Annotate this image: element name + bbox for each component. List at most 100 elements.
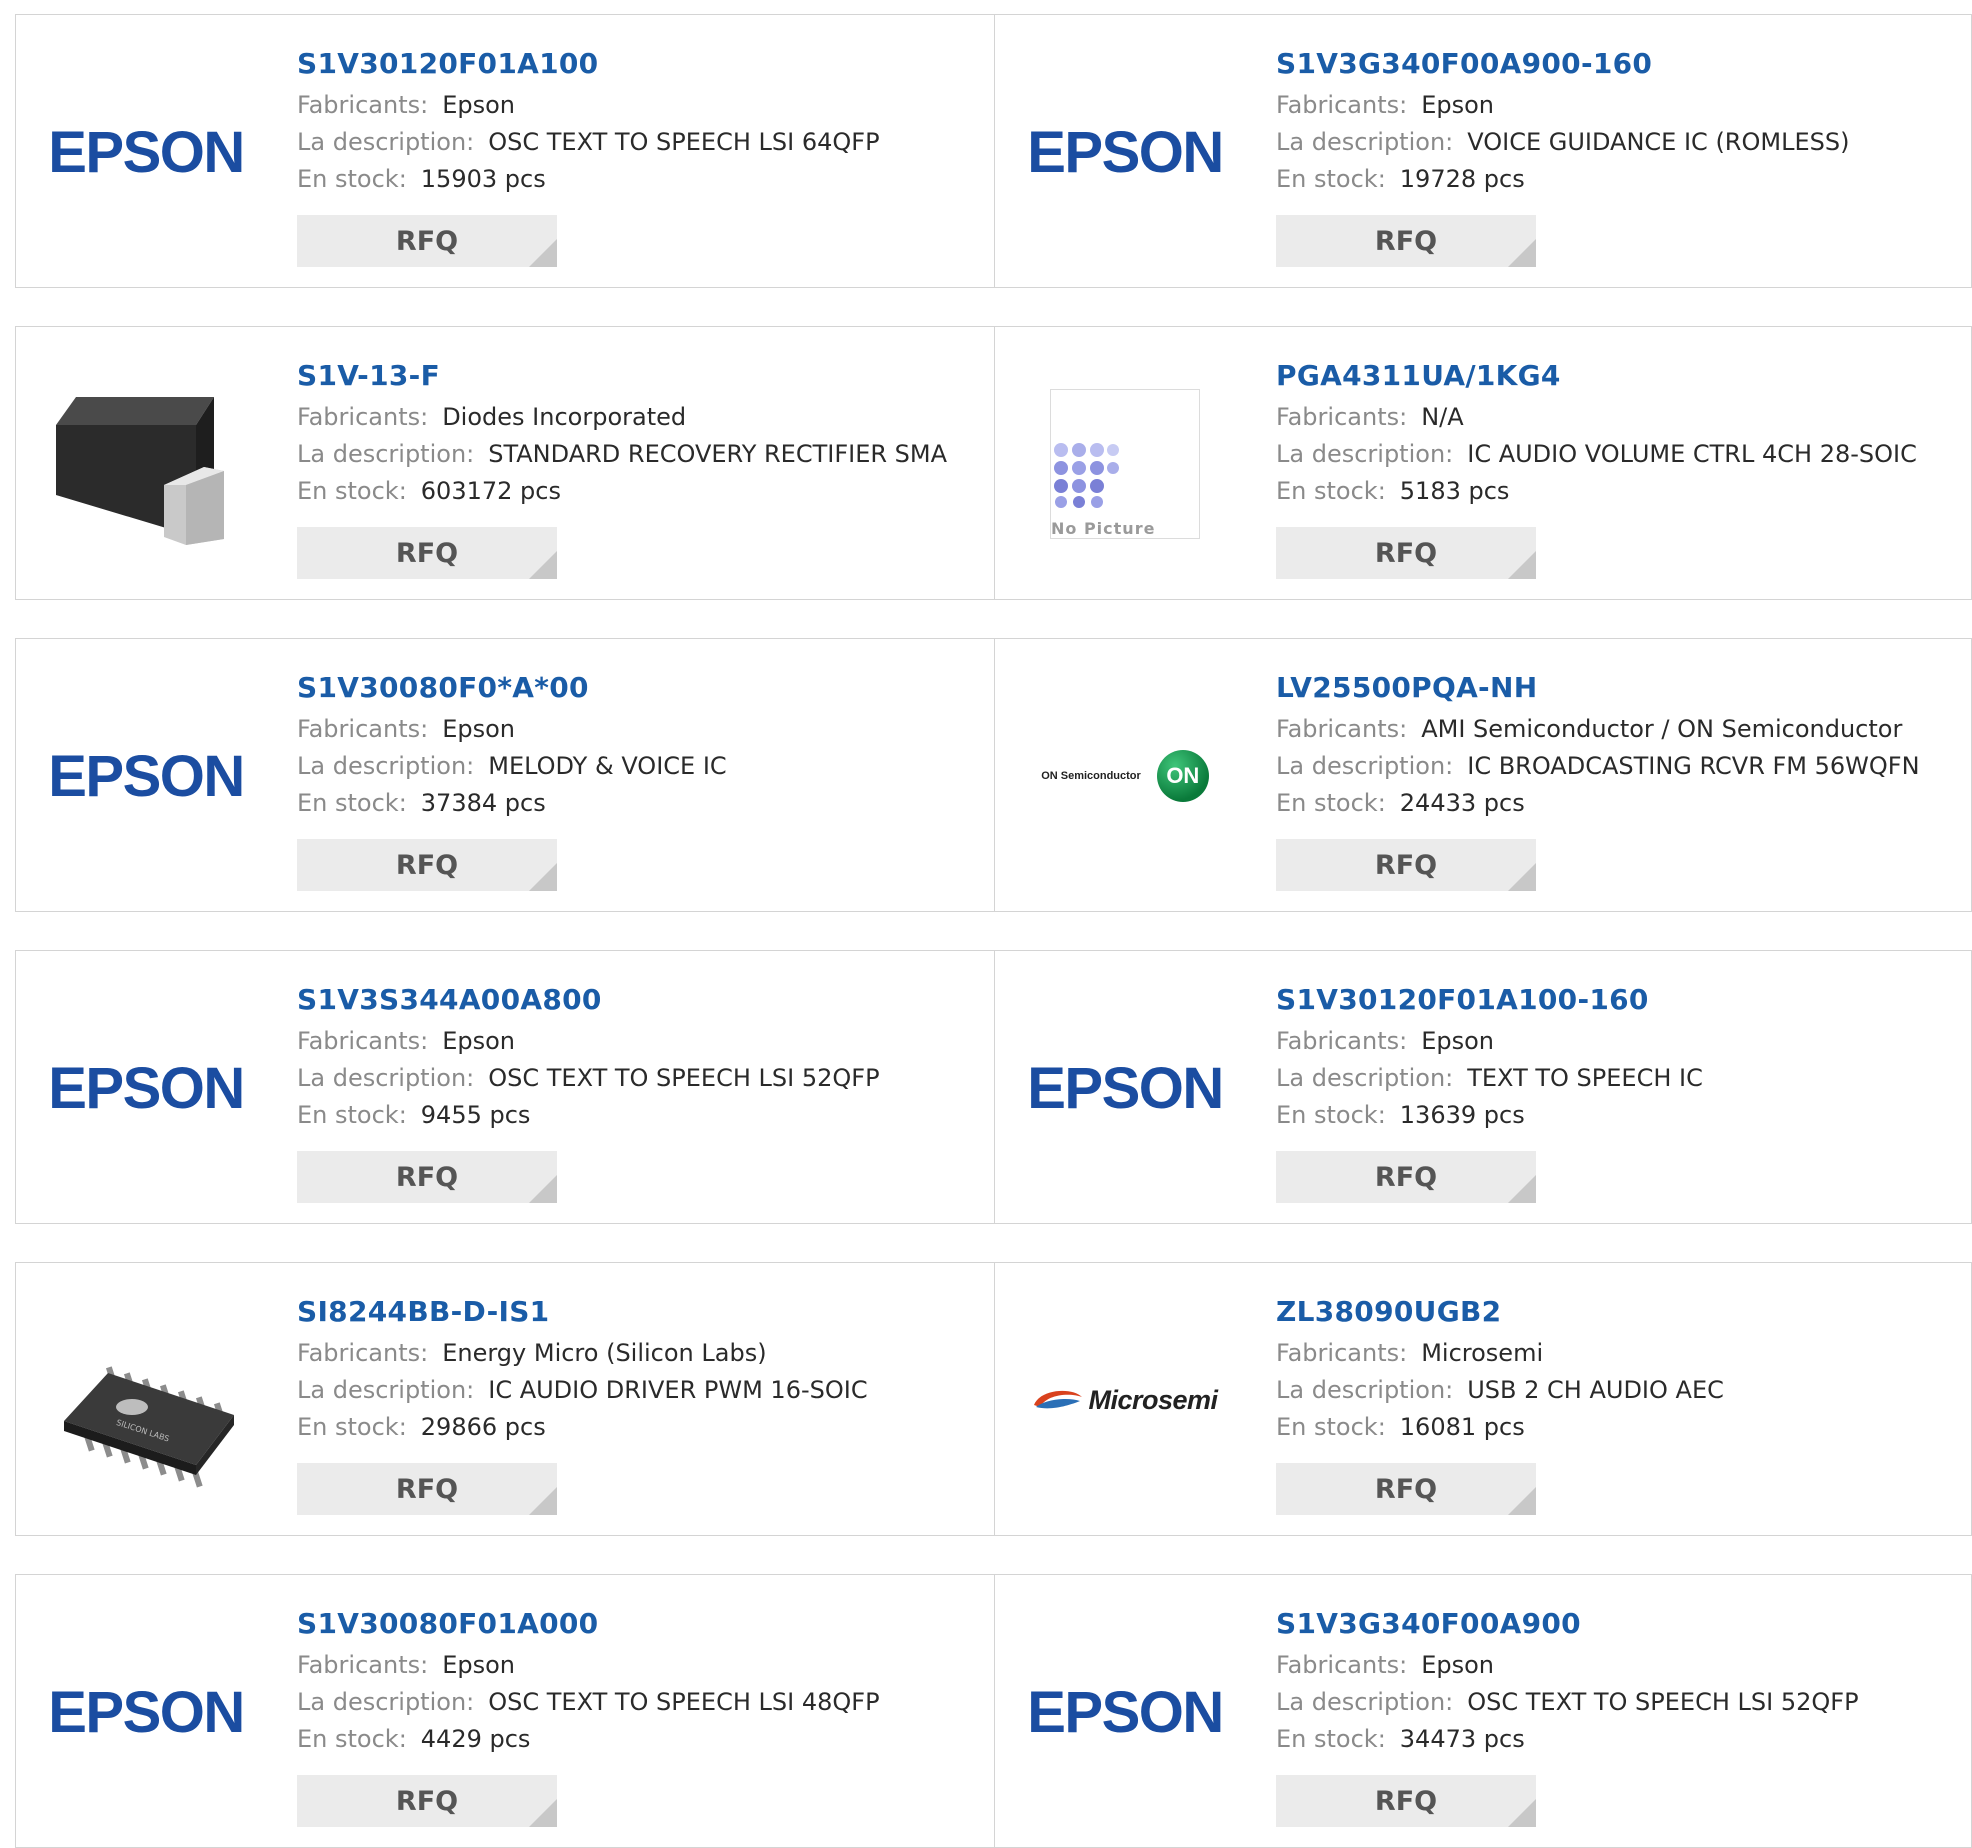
manufacturer-line: Fabricants: Epson — [297, 1647, 984, 1684]
part-number-link[interactable]: S1V30080F0*A*00 — [297, 667, 984, 711]
rfq-button[interactable]: RFQ — [1276, 1151, 1536, 1203]
rfq-button[interactable]: RFQ — [1276, 527, 1536, 579]
epson-logo: EPSON — [48, 1055, 245, 1121]
stock-value: 9455 pcs — [420, 1101, 531, 1129]
microsemi-swoosh-icon — [1034, 1390, 1083, 1409]
corner-triangle — [529, 863, 557, 891]
rfq-button[interactable]: RFQ — [1276, 839, 1536, 891]
part-number-link[interactable]: SI8244BB-D-IS1 — [297, 1291, 984, 1335]
part-number-link[interactable]: PGA4311UA/1KG4 — [1276, 355, 1963, 399]
product-card: Microsemi ZL38090UGB2 Fabricants: Microse… — [994, 1263, 1972, 1535]
manufacturer-label: Fabricants: — [297, 715, 429, 743]
rfq-button[interactable]: RFQ — [1276, 215, 1536, 267]
description-label: La description: — [297, 1688, 475, 1716]
stock-line: En stock: 13639 pcs — [1276, 1097, 1963, 1134]
epson-logo: EPSON — [48, 743, 245, 809]
corner-triangle — [1508, 1175, 1536, 1203]
stock-label: En stock: — [1276, 477, 1386, 505]
description-label: La description: — [1276, 1688, 1454, 1716]
description-value: USB 2 CH AUDIO AEC — [1467, 1376, 1724, 1404]
description-line: La description: OSC TEXT TO SPEECH LSI 64… — [297, 124, 984, 161]
manufacturer-label: Fabricants: — [297, 1339, 429, 1367]
part-number-link[interactable]: S1V30080F01A000 — [297, 1603, 984, 1647]
description-line: La description: USB 2 CH AUDIO AEC — [1276, 1372, 1963, 1409]
rfq-button[interactable]: RFQ — [297, 839, 557, 891]
manufacturer-label: Fabricants: — [297, 1651, 429, 1679]
rfq-button[interactable]: RFQ — [297, 1151, 557, 1203]
manufacturer-line: Fabricants: Microsemi — [1276, 1335, 1963, 1372]
product-image[interactable]: EPSON — [42, 55, 250, 249]
description-line: La description: MELODY & VOICE IC — [297, 748, 984, 785]
manufacturer-line: Fabricants: Epson — [297, 87, 984, 124]
epson-logo: EPSON — [1027, 1055, 1224, 1121]
rfq-button[interactable]: RFQ — [297, 1463, 557, 1515]
corner-triangle — [1508, 1487, 1536, 1515]
description-line: La description: VOICE GUIDANCE IC (ROMLES… — [1276, 124, 1963, 161]
product-row: EPSON S1V30120F01A100 Fabricants: Epson L… — [15, 14, 1972, 288]
manufacturer-label: Fabricants: — [1276, 403, 1408, 431]
soic-chip-image: SILICON LABS — [64, 1366, 234, 1488]
product-image[interactable]: EPSON — [1021, 55, 1229, 249]
product-image[interactable]: SILICON LABS — [42, 1303, 250, 1497]
rfq-button[interactable]: RFQ — [297, 1775, 557, 1827]
product-image[interactable]: EPSON — [1021, 1615, 1229, 1809]
manufacturer-value: Epson — [442, 1651, 515, 1679]
onsemi-wordmark: ON Semiconductor — [1041, 770, 1141, 782]
stock-label: En stock: — [297, 1413, 407, 1441]
product-card: SILICON LABS SI8244BB-D-IS1 Fabricants: E… — [16, 1263, 994, 1535]
description-label: La description: — [297, 440, 475, 468]
stock-line: En stock: 29866 pcs — [297, 1409, 984, 1446]
product-card: EPSON S1V3S344A00A800 Fabricants: Epson L… — [16, 951, 994, 1223]
product-image[interactable]: EPSON — [1021, 991, 1229, 1185]
rfq-button[interactable]: RFQ — [297, 527, 557, 579]
rfq-button[interactable]: RFQ — [297, 215, 557, 267]
stock-label: En stock: — [1276, 165, 1386, 193]
part-number-link[interactable]: S1V3G340F00A900-160 — [1276, 43, 1963, 87]
product-card: S1V-13-F Fabricants: Diodes Incorporated … — [16, 327, 994, 599]
description-value: OSC TEXT TO SPEECH LSI 64QFP — [488, 128, 880, 156]
corner-triangle — [1508, 1799, 1536, 1827]
product-card: EPSON S1V3G340F00A900 Fabricants: Epson L… — [994, 1575, 1972, 1847]
corner-triangle — [529, 1175, 557, 1203]
manufacturer-value: Epson — [1421, 1027, 1494, 1055]
product-image[interactable]: EPSON — [42, 1615, 250, 1809]
no-picture-placeholder: No Picture — [1050, 389, 1200, 539]
product-image[interactable]: No Picture — [1021, 367, 1229, 561]
stock-value: 37384 pcs — [420, 789, 546, 817]
stock-value: 4429 pcs — [420, 1725, 531, 1753]
part-number-link[interactable]: S1V-13-F — [297, 355, 984, 399]
manufacturer-line: Fabricants: N/A — [1276, 399, 1963, 436]
manufacturer-label: Fabricants: — [1276, 91, 1408, 119]
product-image[interactable]: EPSON — [42, 679, 250, 873]
part-number-link[interactable]: ZL38090UGB2 — [1276, 1291, 1963, 1335]
manufacturer-label: Fabricants: — [1276, 1027, 1408, 1055]
description-label: La description: — [1276, 440, 1454, 468]
manufacturer-value: Epson — [442, 91, 515, 119]
part-number-link[interactable]: S1V3S344A00A800 — [297, 979, 984, 1023]
part-number-link[interactable]: LV25500PQA-NH — [1276, 667, 1963, 711]
product-image[interactable] — [42, 367, 250, 561]
manufacturer-line: Fabricants: Epson — [1276, 1647, 1963, 1684]
part-number-link[interactable]: S1V3G340F00A900 — [1276, 1603, 1963, 1647]
product-card: EPSON S1V30120F01A100 Fabricants: Epson L… — [16, 15, 994, 287]
description-line: La description: TEXT TO SPEECH IC — [1276, 1060, 1963, 1097]
part-number-link[interactable]: S1V30120F01A100 — [297, 43, 984, 87]
stock-line: En stock: 9455 pcs — [297, 1097, 984, 1134]
product-image[interactable]: EPSON — [42, 991, 250, 1185]
stock-value: 603172 pcs — [420, 477, 561, 505]
description-value: OSC TEXT TO SPEECH LSI 52QFP — [488, 1064, 880, 1092]
stock-value: 24433 pcs — [1399, 789, 1525, 817]
epson-logo: EPSON — [48, 1679, 245, 1745]
rfq-button[interactable]: RFQ — [1276, 1463, 1536, 1515]
manufacturer-label: Fabricants: — [1276, 1651, 1408, 1679]
stock-value: 19728 pcs — [1399, 165, 1525, 193]
rfq-label: RFQ — [1374, 225, 1438, 257]
description-line: La description: OSC TEXT TO SPEECH LSI 52… — [1276, 1684, 1963, 1721]
onsemi-circle-icon: ON — [1156, 750, 1209, 802]
rfq-button[interactable]: RFQ — [1276, 1775, 1536, 1827]
part-number-link[interactable]: S1V30120F01A100-160 — [1276, 979, 1963, 1023]
manufacturer-value: Epson — [1421, 91, 1494, 119]
product-image[interactable]: Microsemi — [1021, 1303, 1229, 1497]
product-image[interactable]: ON Semiconductor ON — [1021, 679, 1229, 873]
stock-line: En stock: 16081 pcs — [1276, 1409, 1963, 1446]
